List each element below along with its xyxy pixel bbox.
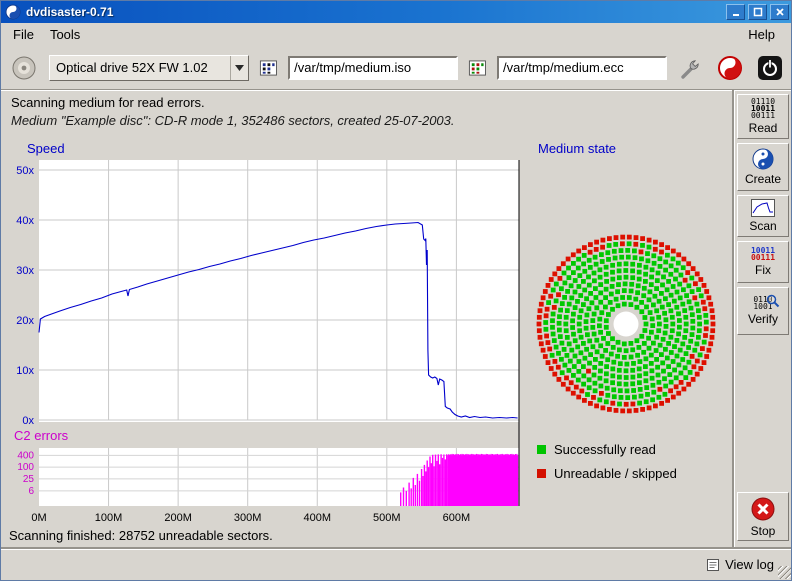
chart-icon	[751, 199, 775, 217]
svg-text:10x: 10x	[16, 365, 34, 377]
menubar: File Tools Help	[1, 23, 792, 46]
scan-label: Scan	[749, 219, 776, 233]
svg-text:25: 25	[23, 474, 35, 485]
svg-text:30x: 30x	[16, 265, 34, 277]
fix-label: Fix	[755, 263, 771, 277]
read-label: Read	[749, 121, 778, 135]
fix-button[interactable]: 10011 00111 Fix	[737, 241, 789, 283]
svg-text:100M: 100M	[95, 512, 123, 524]
menu-file[interactable]: File	[5, 24, 42, 45]
medium-state-disc	[534, 232, 718, 416]
legend-ok-swatch	[537, 445, 546, 454]
log-icon	[706, 558, 720, 572]
app-icon	[5, 4, 21, 20]
drive-combobox-value: Optical drive 52X FW 1.02	[50, 60, 230, 75]
svg-text:400: 400	[17, 450, 34, 461]
sidebar-separator	[732, 90, 734, 547]
preferences-button[interactable]	[677, 54, 705, 82]
scan-button[interactable]: Scan	[737, 195, 789, 237]
view-log-label: View log	[725, 557, 774, 572]
ecc-file-icon	[468, 58, 487, 78]
legend-bad-swatch	[537, 469, 546, 478]
close-icon	[775, 7, 785, 17]
read-button[interactable]: 01110 10011 00111 Read	[737, 94, 789, 139]
image-file-icon	[259, 58, 278, 78]
stop-button[interactable]: Stop	[737, 492, 789, 541]
app-window: dvdisaster-0.71 File Tools Help Optical …	[0, 0, 792, 581]
binary-fix-icon: 10011 00111	[751, 247, 775, 261]
svg-text:40x: 40x	[16, 215, 34, 227]
svg-text:6: 6	[28, 486, 34, 497]
toolbar: Optical drive 52X FW 1.02	[1, 46, 792, 90]
ecc-file-input[interactable]	[497, 56, 667, 80]
drive-button[interactable]	[9, 53, 39, 83]
status-line: Scanning medium for read errors.	[11, 95, 205, 110]
menu-tools[interactable]: Tools	[42, 24, 88, 45]
bottom-bar: View log	[1, 549, 792, 581]
minimize-icon	[731, 7, 741, 17]
svg-text:20x: 20x	[16, 315, 34, 327]
image-file-input[interactable]	[288, 56, 458, 80]
view-log-button[interactable]: View log	[705, 553, 775, 576]
legend-successfully-read: Successfully read	[537, 442, 656, 457]
titlebar[interactable]: dvdisaster-0.71	[1, 1, 792, 23]
create-label: Create	[745, 172, 781, 186]
stop-icon	[750, 496, 776, 522]
menu-help[interactable]: Help	[740, 24, 783, 45]
create-button[interactable]: Create	[737, 143, 789, 191]
scan-result-status: Scanning finished: 28752 unreadable sect…	[9, 528, 273, 543]
window-title: dvdisaster-0.71	[26, 5, 723, 19]
svg-text:600M: 600M	[443, 512, 471, 524]
binary-read-icon: 01110 10011 00111	[751, 98, 775, 119]
svg-text:300M: 300M	[234, 512, 262, 524]
verify-button[interactable]: 0110 1001 Verify	[737, 287, 789, 335]
close-button[interactable]	[770, 4, 789, 20]
resize-grip[interactable]	[778, 566, 791, 579]
svg-text:500M: 500M	[373, 512, 401, 524]
stop-label: Stop	[751, 524, 776, 538]
svg-text:400M: 400M	[303, 512, 331, 524]
svg-text:200M: 200M	[164, 512, 192, 524]
minimize-button[interactable]	[726, 4, 745, 20]
drive-combobox[interactable]: Optical drive 52X FW 1.02	[49, 55, 249, 81]
svg-text:50x: 50x	[16, 165, 34, 177]
dvdisaster-logo-icon	[717, 55, 743, 81]
svg-text:100: 100	[17, 462, 34, 473]
medium-info-line: Medium "Example disc": CD-R mode 1, 3524…	[11, 113, 455, 128]
legend-unreadable: Unreadable / skipped	[537, 466, 677, 481]
legend-bad-label: Unreadable / skipped	[554, 466, 677, 481]
svg-text:0M: 0M	[31, 512, 46, 524]
maximize-button[interactable]	[748, 4, 767, 20]
about-button[interactable]	[715, 53, 745, 83]
legend-ok-label: Successfully read	[554, 442, 656, 457]
chevron-down-icon	[230, 56, 248, 80]
quit-button[interactable]	[755, 53, 785, 83]
drive-icon	[11, 55, 37, 81]
verify-label: Verify	[748, 312, 778, 326]
magnifier-icon	[766, 294, 780, 308]
svg-text:0x: 0x	[22, 415, 34, 427]
wrench-icon	[679, 56, 703, 80]
maximize-icon	[753, 7, 763, 17]
yin-yang-icon	[752, 148, 774, 170]
power-icon	[757, 55, 783, 81]
